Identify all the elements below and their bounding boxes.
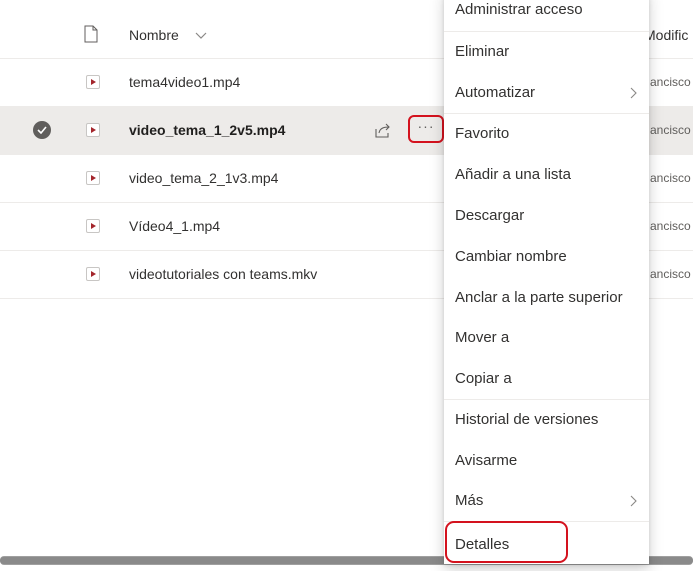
- menu-item-label: Más: [455, 492, 484, 509]
- file-name[interactable]: videotutoriales con teams.mkv: [129, 266, 317, 282]
- menu-item-anclar-a-la-parte-superior[interactable]: Anclar a la parte superior: [444, 278, 649, 318]
- menu-item-label: Administrar acceso: [455, 1, 583, 18]
- chevron-right-icon: [630, 87, 637, 99]
- menu-item-label: Avisarme: [455, 452, 518, 469]
- menu-item-cambiar-nombre[interactable]: Cambiar nombre: [444, 237, 649, 277]
- file-name[interactable]: video_tema_2_1v3.mp4: [129, 170, 278, 186]
- menu-item-label: Automatizar: [455, 84, 536, 101]
- menu-item-eliminar[interactable]: Eliminar: [444, 32, 649, 72]
- menu-item-avisarme[interactable]: Avisarme: [444, 441, 649, 481]
- checkmark-icon[interactable]: [33, 121, 51, 139]
- video-file-icon: [86, 219, 100, 233]
- video-file-icon: [86, 75, 100, 89]
- menu-item-favorito[interactable]: Favorito: [444, 114, 649, 154]
- chevron-right-icon: [630, 495, 637, 507]
- menu-item-label: Eliminar: [455, 43, 510, 60]
- share-icon[interactable]: [374, 121, 392, 139]
- modified-by: ancisco: [650, 123, 691, 137]
- video-file-icon: [86, 171, 100, 185]
- file-name[interactable]: video_tema_1_2v5.mp4: [129, 122, 285, 138]
- chevron-down-icon[interactable]: [195, 32, 207, 40]
- menu-item-label: Favorito: [455, 125, 510, 142]
- modified-by: ancisco: [650, 219, 691, 233]
- context-menu: Administrar acceso Eliminar Automatizar …: [444, 0, 649, 564]
- menu-item-automatizar[interactable]: Automatizar: [444, 73, 649, 113]
- file-name[interactable]: tema4video1.mp4: [129, 74, 240, 90]
- menu-item-historial-de-versiones[interactable]: Historial de versiones: [444, 400, 649, 440]
- menu-item-anadir-a-una-lista[interactable]: Añadir a una lista: [444, 155, 649, 195]
- menu-item-mas[interactable]: Más: [444, 481, 649, 521]
- menu-item-label: Añadir a una lista: [455, 166, 571, 183]
- file-name[interactable]: Vídeo4_1.mp4: [129, 218, 220, 234]
- column-header-modified-by[interactable]: Modific: [648, 27, 693, 43]
- menu-item-administrar-acceso[interactable]: Administrar acceso: [444, 0, 649, 30]
- menu-item-label: Cambiar nombre: [455, 248, 567, 265]
- column-header-name[interactable]: Nombre: [129, 27, 179, 43]
- modified-by: ancisco: [650, 75, 691, 89]
- menu-item-descargar[interactable]: Descargar: [444, 196, 649, 236]
- menu-item-label: Anclar a la parte superior: [455, 289, 623, 306]
- menu-item-label: Descargar: [455, 207, 525, 224]
- file-type-icon[interactable]: [84, 25, 98, 43]
- menu-item-copiar-a[interactable]: Copiar a: [444, 359, 649, 399]
- menu-item-mover-a[interactable]: Mover a: [444, 318, 649, 358]
- menu-item-label: Mover a: [455, 329, 510, 346]
- more-options-button[interactable]: ···: [408, 115, 444, 143]
- video-file-icon: [86, 123, 100, 137]
- menu-item-label: Historial de versiones: [455, 411, 599, 428]
- detalles-highlight-annotation: [445, 521, 568, 563]
- modified-by: ancisco: [650, 171, 691, 185]
- modified-by: ancisco: [650, 267, 691, 281]
- video-file-icon: [86, 267, 100, 281]
- menu-item-label: Copiar a: [455, 370, 512, 387]
